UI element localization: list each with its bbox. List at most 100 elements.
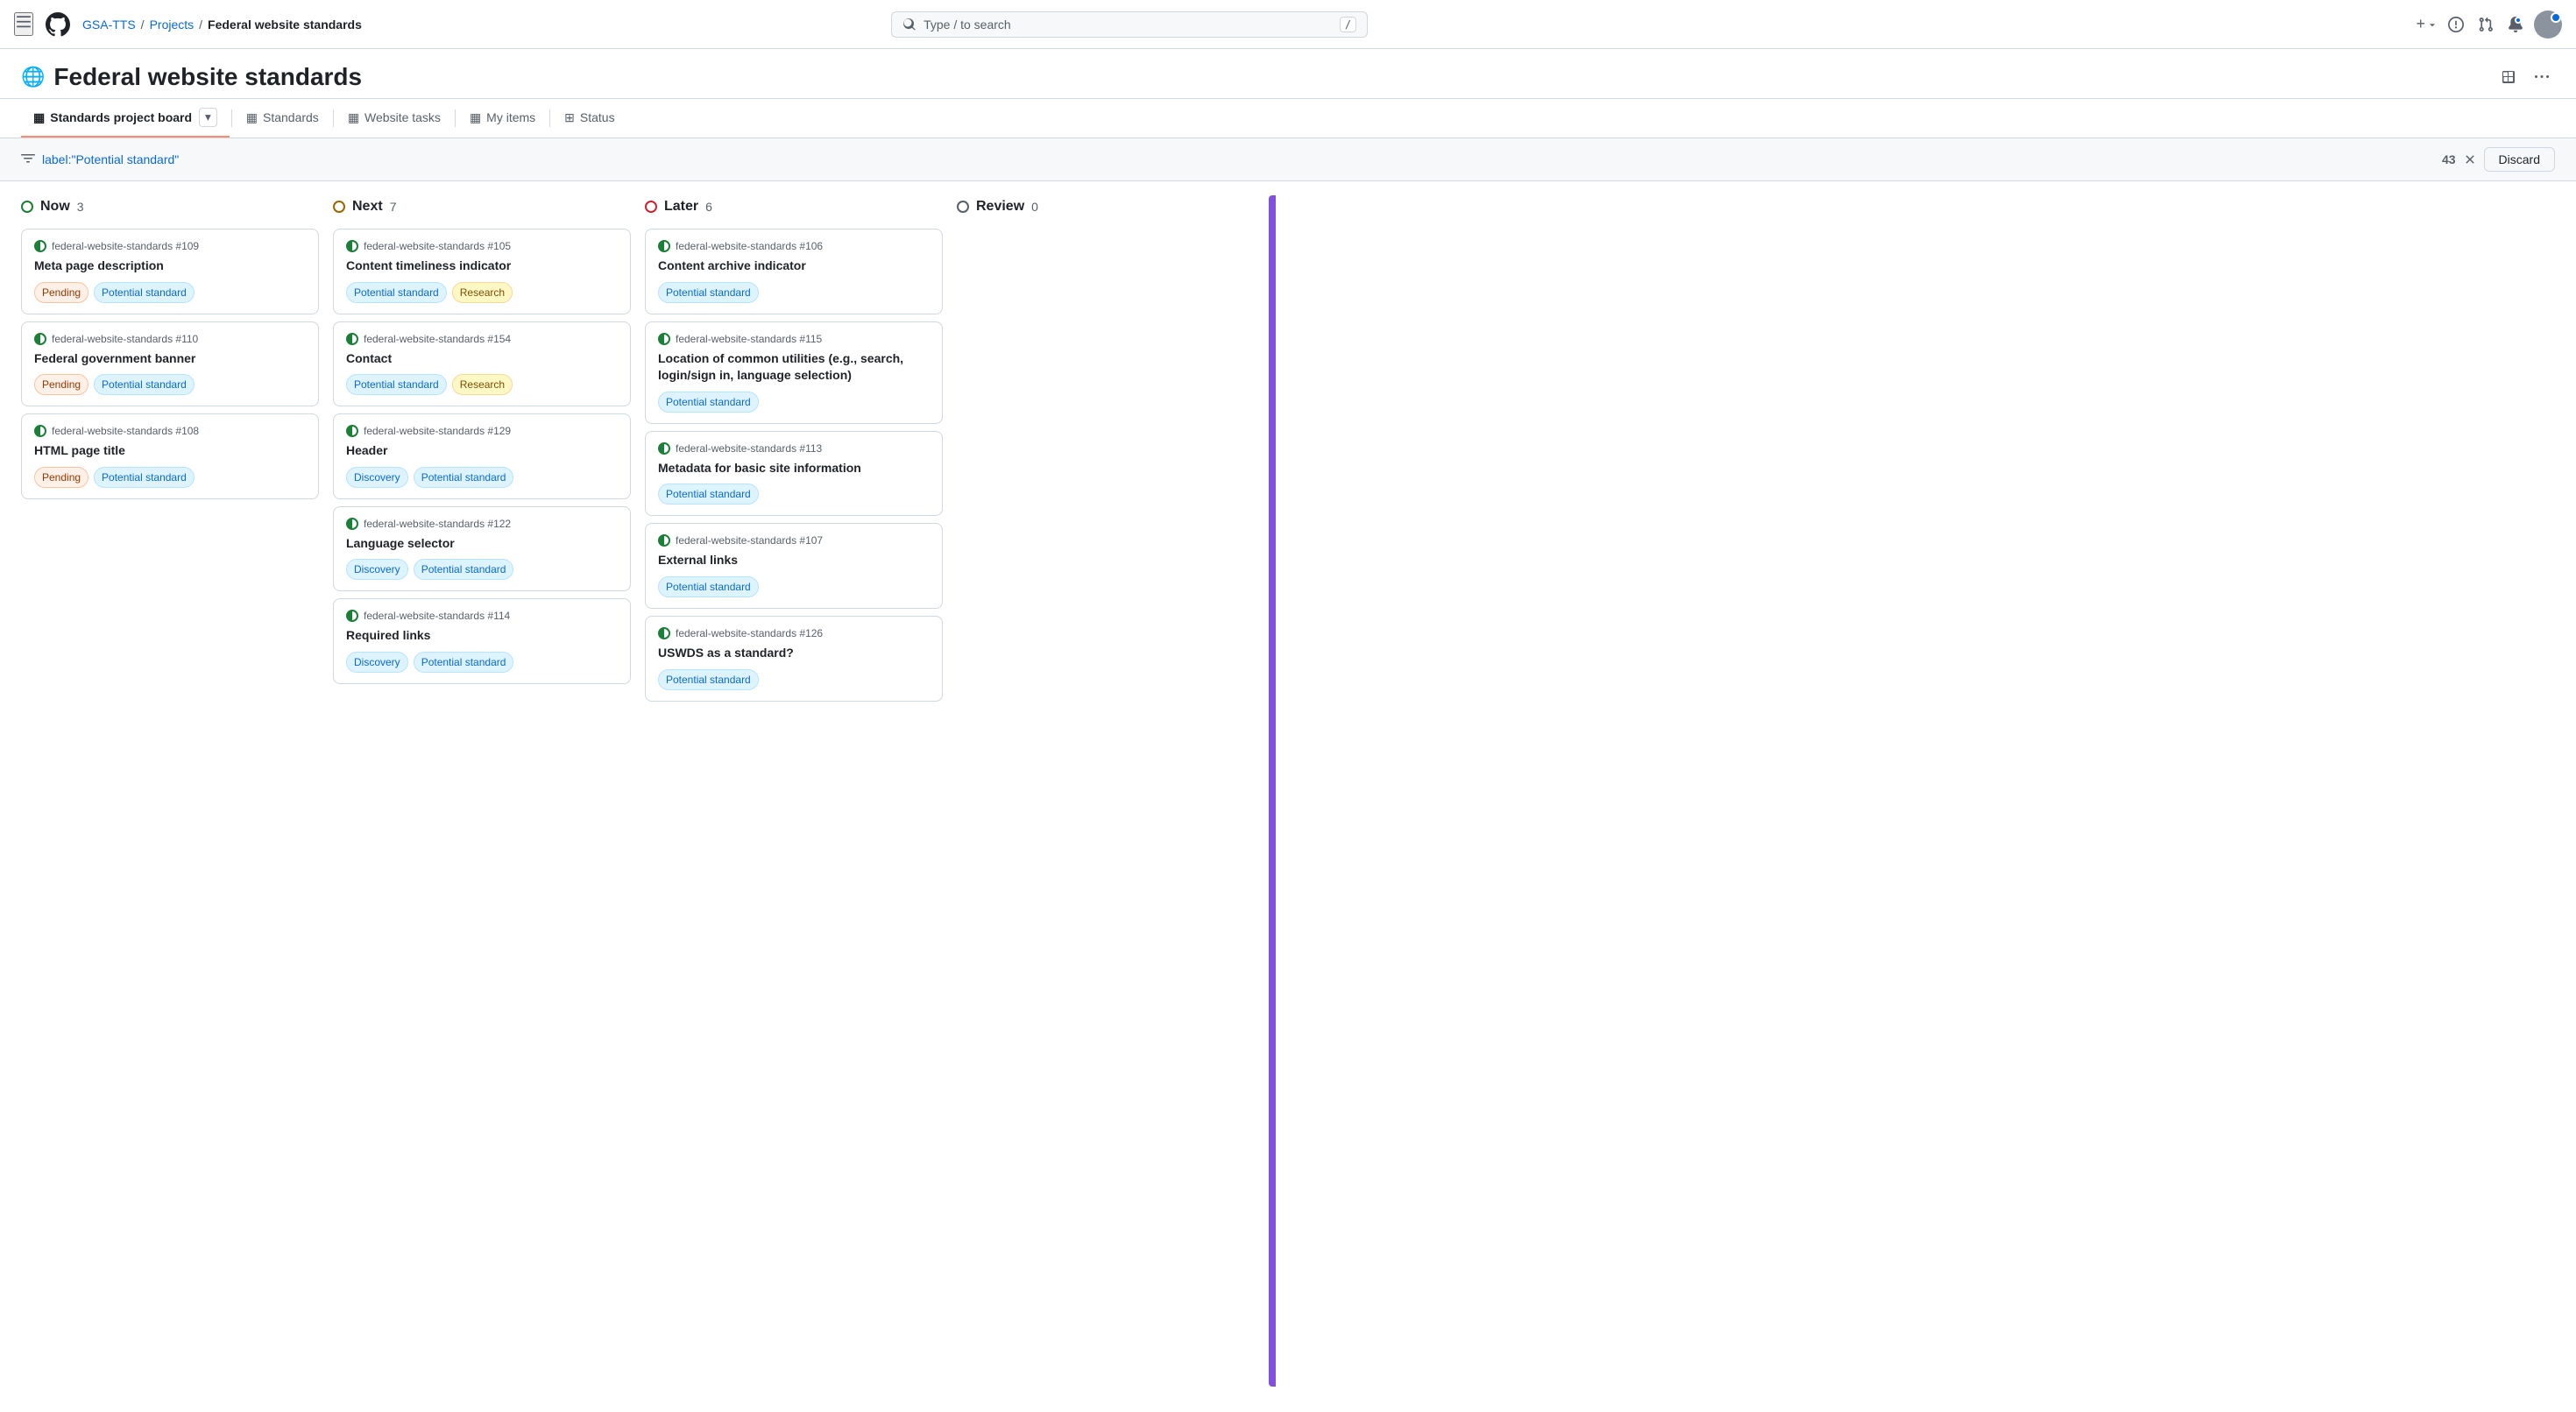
card-labels-107: Potential standard: [658, 576, 930, 597]
user-avatar[interactable]: [2534, 11, 2562, 39]
search-kbd: /: [1340, 17, 1356, 32]
label-pending-110[interactable]: Pending: [34, 374, 88, 395]
tab-icon-status: ⊞: [564, 110, 575, 125]
tab-my-items[interactable]: ▦ My items: [457, 102, 548, 136]
card-114[interactable]: federal-website-standards #114 Required …: [333, 598, 631, 684]
label-potential-154[interactable]: Potential standard: [346, 374, 447, 395]
card-129[interactable]: federal-website-standards #129 Header Di…: [333, 413, 631, 499]
card-meta-115: federal-website-standards #115: [658, 333, 930, 345]
nav-actions: +: [2416, 11, 2562, 39]
notifications-icon-button[interactable]: [2504, 13, 2527, 36]
dropdown-icon: [2427, 19, 2438, 30]
card-labels-105: Potential standard Research: [346, 282, 618, 303]
page-header-actions: [2495, 64, 2555, 90]
label-potential-115[interactable]: Potential standard: [658, 392, 759, 413]
label-potential-114[interactable]: Potential standard: [414, 652, 514, 673]
label-research-154[interactable]: Research: [452, 374, 513, 395]
card-106[interactable]: federal-website-standards #106 Content a…: [645, 229, 943, 314]
board-container: Now 3 federal-website-standards #109 Met…: [0, 181, 2576, 1401]
hamburger-menu[interactable]: [14, 12, 33, 36]
label-potential-129[interactable]: Potential standard: [414, 467, 514, 488]
search-bar[interactable]: Type / to search /: [891, 11, 1368, 38]
pull-requests-icon-button[interactable]: [2474, 13, 2497, 36]
column-title-review: Review: [976, 199, 1024, 215]
label-potential-122[interactable]: Potential standard: [414, 559, 514, 580]
column-next: Next 7 federal-website-standards #105 Co…: [333, 195, 631, 1387]
card-title-110: Federal government banner: [34, 350, 306, 368]
progress-icon-122: [346, 518, 358, 530]
label-discovery-129[interactable]: Discovery: [346, 467, 408, 488]
card-113[interactable]: federal-website-standards #113 Metadata …: [645, 431, 943, 517]
progress-icon-114: [346, 610, 358, 622]
discard-button[interactable]: Discard: [2484, 147, 2555, 172]
top-nav: GSA-TTS / Projects / Federal website sta…: [0, 0, 2576, 49]
card-109[interactable]: federal-website-standards #109 Meta page…: [21, 229, 319, 314]
card-122[interactable]: federal-website-standards #122 Language …: [333, 506, 631, 592]
label-potential-106[interactable]: Potential standard: [658, 282, 759, 303]
progress-icon-108: [34, 425, 46, 437]
globe-icon: 🌐: [21, 66, 45, 88]
label-research-105[interactable]: Research: [452, 282, 513, 303]
label-potential-108[interactable]: Potential standard: [94, 467, 195, 488]
clear-filter-button[interactable]: [2463, 152, 2477, 166]
github-logo[interactable]: [44, 11, 72, 39]
progress-icon-105: [346, 240, 358, 252]
card-107[interactable]: federal-website-standards #107 External …: [645, 523, 943, 609]
breadcrumb-projects[interactable]: Projects: [150, 18, 195, 32]
tab-divider-3: [455, 109, 456, 127]
filter-count: 43 Discard: [2442, 147, 2555, 172]
column-title-later: Later: [664, 199, 698, 215]
tab-dropdown-button[interactable]: ▾: [199, 108, 217, 127]
card-meta-114: federal-website-standards #114: [346, 610, 618, 622]
card-labels-114: Discovery Potential standard: [346, 652, 618, 673]
column-count-review: 0: [1031, 200, 1038, 214]
label-discovery-114[interactable]: Discovery: [346, 652, 408, 673]
label-potential-109[interactable]: Potential standard: [94, 282, 195, 303]
label-potential-110[interactable]: Potential standard: [94, 374, 195, 395]
column-header-now: Now 3: [21, 195, 319, 222]
tab-status[interactable]: ⊞ Status: [552, 102, 626, 136]
label-potential-105[interactable]: Potential standard: [346, 282, 447, 303]
card-126[interactable]: federal-website-standards #126 USWDS as …: [645, 616, 943, 702]
column-header-later: Later 6: [645, 195, 943, 222]
card-labels-122: Discovery Potential standard: [346, 559, 618, 580]
tab-standards-board[interactable]: ▦ Standards project board ▾: [21, 99, 230, 138]
tab-standards[interactable]: ▦ Standards: [234, 102, 331, 136]
create-new-button[interactable]: +: [2416, 15, 2438, 33]
label-potential-107[interactable]: Potential standard: [658, 576, 759, 597]
card-labels-110: Pending Potential standard: [34, 374, 306, 395]
breadcrumb-repo: Federal website standards: [208, 18, 362, 32]
card-115[interactable]: federal-website-standards #115 Location …: [645, 321, 943, 424]
column-header-review: Review 0: [957, 195, 1255, 222]
card-108[interactable]: federal-website-standards #108 HTML page…: [21, 413, 319, 499]
card-105[interactable]: federal-website-standards #105 Content t…: [333, 229, 631, 314]
label-pending-109[interactable]: Pending: [34, 282, 88, 303]
progress-icon-107: [658, 534, 670, 547]
label-potential-126[interactable]: Potential standard: [658, 669, 759, 690]
label-pending-108[interactable]: Pending: [34, 467, 88, 488]
column-title-now: Now: [40, 199, 70, 215]
card-meta-105: federal-website-standards #105: [346, 240, 618, 252]
card-meta-110: federal-website-standards #110: [34, 333, 306, 345]
column-count-next: 7: [390, 200, 397, 214]
layout-toggle-button[interactable]: [2495, 64, 2522, 90]
label-potential-113[interactable]: Potential standard: [658, 484, 759, 505]
card-labels-108: Pending Potential standard: [34, 467, 306, 488]
card-labels-109: Pending Potential standard: [34, 282, 306, 303]
label-discovery-122[interactable]: Discovery: [346, 559, 408, 580]
card-154[interactable]: federal-website-standards #154 Contact P…: [333, 321, 631, 407]
filter-count-badge: 43: [2442, 152, 2456, 166]
progress-icon-126: [658, 627, 670, 639]
page-title: Federal website standards: [53, 63, 362, 91]
card-labels-113: Potential standard: [658, 484, 930, 505]
tab-divider-1: [231, 109, 232, 127]
more-options-button[interactable]: [2529, 64, 2555, 90]
filter-text[interactable]: label:"Potential standard": [42, 152, 179, 166]
card-title-113: Metadata for basic site information: [658, 460, 930, 477]
card-110[interactable]: federal-website-standards #110 Federal g…: [21, 321, 319, 407]
breadcrumb-org[interactable]: GSA-TTS: [82, 18, 136, 32]
issues-icon-button[interactable]: [2445, 13, 2467, 36]
card-meta-108: federal-website-standards #108: [34, 425, 306, 437]
tab-website-tasks[interactable]: ▦ Website tasks: [336, 102, 453, 136]
card-title-106: Content archive indicator: [658, 258, 930, 275]
